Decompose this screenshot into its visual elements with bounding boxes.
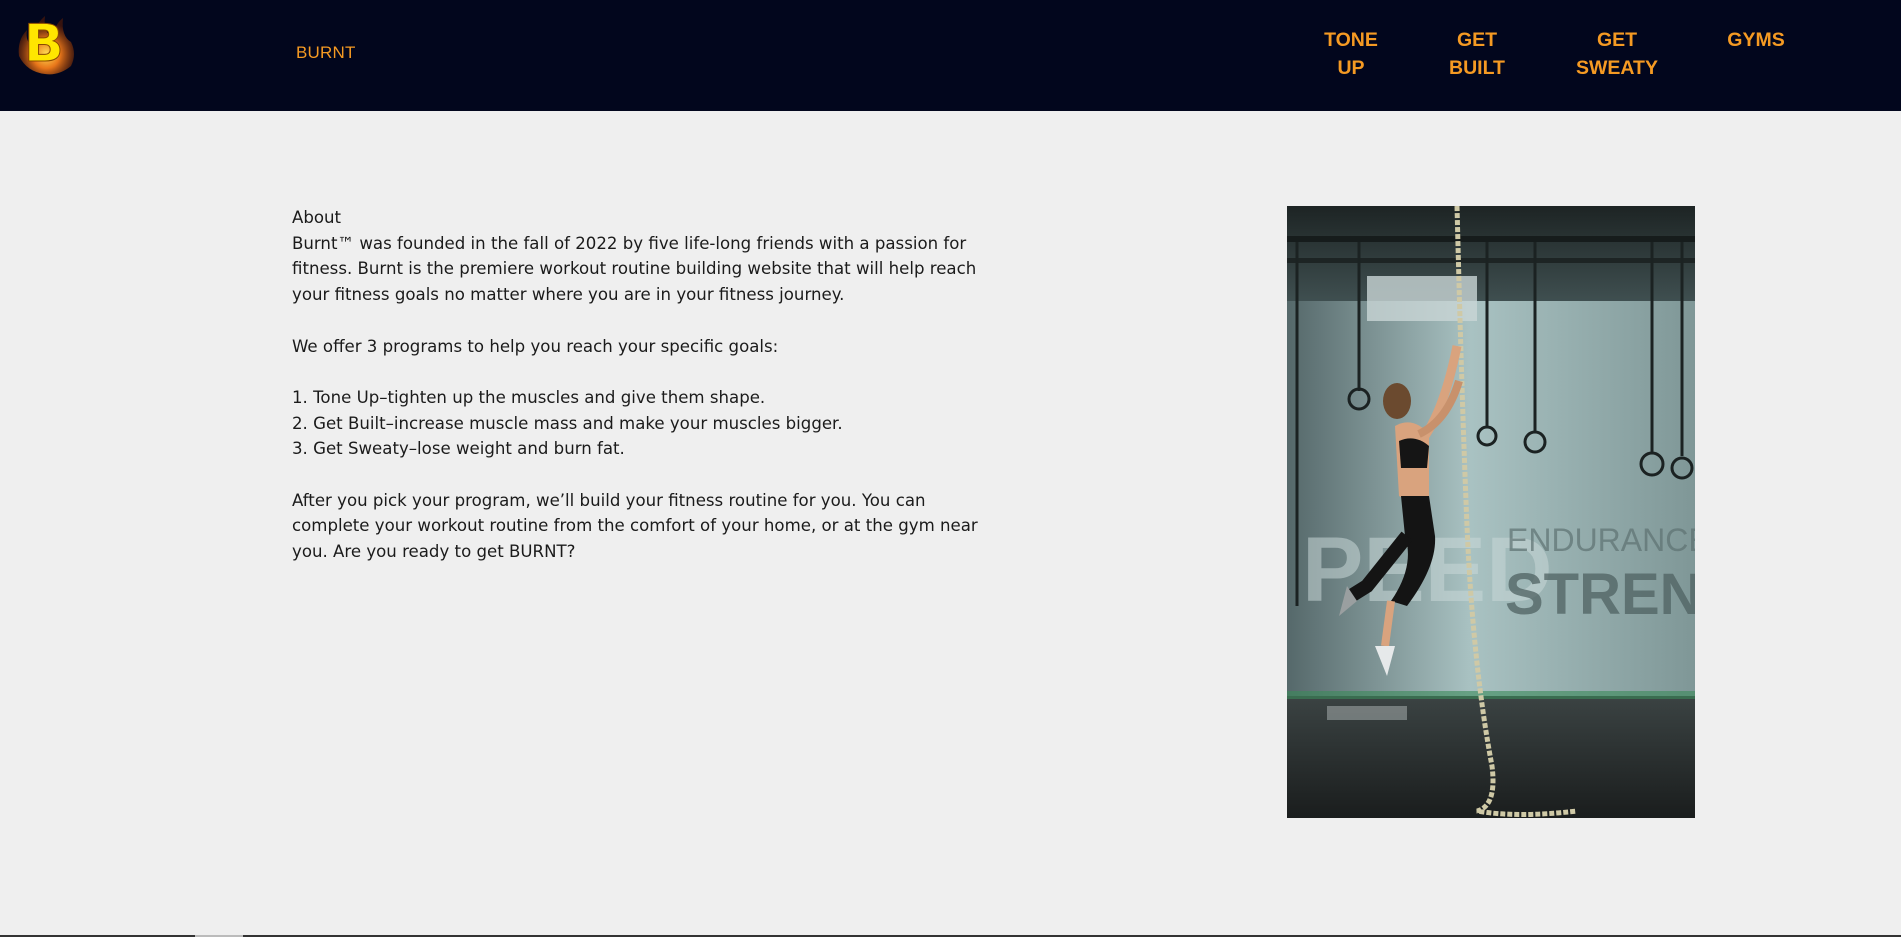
photo-wall-text-strength: STRENGTH bbox=[1505, 562, 1695, 627]
rope-climb-photo: PEED ENDURANCE STRENGTH bbox=[1287, 206, 1695, 818]
nav-get-built-line2: BUILT bbox=[1449, 57, 1505, 79]
program-item-tone-up: 1. Tone Up–tighten up the muscles and gi… bbox=[292, 387, 766, 407]
burnt-logo[interactable]: B bbox=[15, 6, 79, 76]
programs-intro: We offer 3 programs to help you reach yo… bbox=[292, 336, 779, 356]
top-navigation-bar: B BURNT TONE UP GET BUILT GET SWEATY GYM… bbox=[0, 0, 1901, 111]
nav-tone-up[interactable]: TONE UP bbox=[1312, 26, 1390, 86]
nav-tone-up-line2: UP bbox=[1337, 57, 1365, 79]
nav-get-sweaty-line1: GET bbox=[1596, 29, 1638, 51]
nav-get-built[interactable]: GET BUILT bbox=[1437, 26, 1517, 86]
nav-gyms[interactable]: GYMS bbox=[1718, 26, 1794, 86]
nav-tone-up-line1: TONE bbox=[1324, 29, 1378, 51]
about-section: About Burnt™ was founded in the fall of … bbox=[292, 205, 982, 565]
nav-get-sweaty-line2: SWEATY bbox=[1576, 57, 1658, 79]
logo-letter: B bbox=[24, 14, 64, 74]
nav-get-sweaty[interactable]: GET SWEATY bbox=[1568, 26, 1666, 86]
program-item-get-built: 2. Get Built–increase muscle mass and ma… bbox=[292, 413, 843, 433]
nav-gyms-label: GYMS bbox=[1727, 29, 1785, 51]
flame-b-logo-icon: B bbox=[18, 14, 75, 75]
photo-wall-text-endurance: ENDURANCE bbox=[1507, 522, 1695, 558]
about-heading: About bbox=[292, 208, 342, 227]
brand-name[interactable]: BURNT bbox=[296, 43, 356, 63]
program-item-get-sweaty: 3. Get Sweaty–lose weight and burn fat. bbox=[292, 439, 625, 459]
about-intro: Burnt™ was founded in the fall of 2022 b… bbox=[292, 233, 977, 305]
about-closing: After you pick your program, we’ll build… bbox=[292, 490, 978, 562]
nav-get-built-line1: GET bbox=[1456, 29, 1498, 51]
